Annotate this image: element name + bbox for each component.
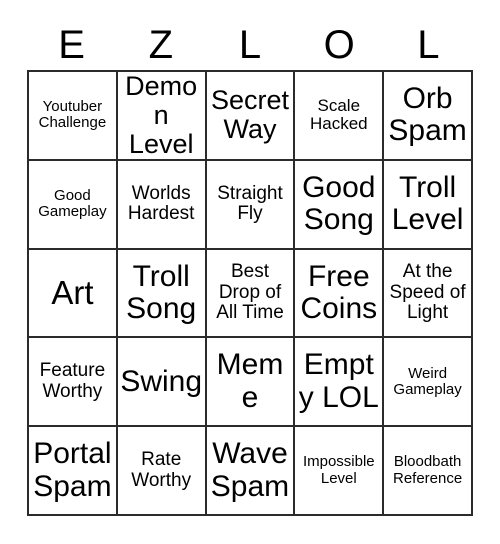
header-letter-5: L: [417, 23, 440, 67]
bingo-cell[interactable]: Straight Fly: [206, 160, 296, 250]
header-letter-1: E: [58, 23, 85, 67]
bingo-cell[interactable]: Worlds Hardest: [117, 160, 207, 250]
bingo-cell-label: Secret Way: [210, 85, 290, 145]
bingo-grid: Youtuber Challenge Demon Level Secret Wa…: [27, 70, 473, 516]
bingo-cell[interactable]: Feature Worthy: [29, 338, 118, 428]
bingo-cell[interactable]: Impossible Level: [295, 427, 385, 516]
bingo-cell-label: Troll Song: [126, 259, 197, 325]
bingo-cell[interactable]: Empty LOL: [295, 338, 385, 428]
bingo-cell-label: Scale Hacked: [309, 96, 368, 134]
bingo-cell-label: Orb Spam: [388, 82, 467, 148]
bingo-cell-label: Weird Gameplay: [393, 364, 462, 398]
bingo-cell[interactable]: Weird Gameplay: [384, 338, 473, 428]
bingo-cell[interactable]: Wave Spam: [206, 427, 296, 516]
bingo-cell-label: Straight Fly: [217, 182, 283, 225]
header-letter-3: L: [238, 23, 262, 67]
bingo-cell[interactable]: Best Drop of All Time: [206, 249, 296, 339]
bingo-card: E Z L O L Youtuber Challenge Demon Level…: [0, 0, 500, 544]
bingo-cell-label: Feature Worthy: [39, 360, 106, 402]
bingo-cell-label: Art: [51, 274, 94, 312]
bingo-cell[interactable]: Orb Spam: [384, 72, 473, 161]
bingo-cell-label: Good Gameplay: [38, 187, 107, 221]
bingo-cell[interactable]: Good Song: [295, 160, 385, 250]
bingo-cell-label: Demon Level: [125, 72, 198, 159]
bingo-cell-label: Best Drop of All Time: [216, 261, 284, 324]
bingo-cell-label: Impossible Level: [302, 453, 375, 487]
bingo-cell-label: Free Coins: [300, 259, 378, 325]
bingo-cell-label: Good Song: [302, 170, 376, 237]
header-letter-4: O: [323, 23, 355, 67]
bingo-cell[interactable]: Meme: [206, 338, 296, 428]
bingo-cell-label: Meme: [216, 348, 284, 414]
bingo-cell-label: Bloodbath Reference: [392, 453, 463, 487]
bingo-cell-label: Swing: [120, 364, 203, 398]
bingo-cell[interactable]: At the Speed of Light: [384, 249, 473, 339]
bingo-cell[interactable]: Rate Worthy: [117, 427, 207, 516]
bingo-cell-label: Troll Level: [391, 170, 464, 237]
bingo-cell-label: Worlds Hardest: [127, 182, 195, 225]
bingo-cell[interactable]: Free Coins: [295, 249, 385, 339]
bingo-cell[interactable]: Art: [29, 249, 118, 339]
bingo-cell[interactable]: Troll Level: [384, 160, 473, 250]
bingo-header: E Z L O L: [27, 20, 473, 70]
bingo-cell[interactable]: Good Gameplay: [29, 160, 118, 250]
bingo-cell[interactable]: Secret Way: [206, 72, 296, 161]
bingo-cell[interactable]: Swing: [117, 338, 207, 428]
bingo-cell[interactable]: Youtuber Challenge: [29, 72, 118, 161]
bingo-cell-label: Rate Worthy: [131, 449, 192, 491]
bingo-cell[interactable]: Demon Level: [117, 72, 207, 161]
bingo-cell[interactable]: Bloodbath Reference: [384, 427, 473, 516]
bingo-cell[interactable]: Portal Spam: [29, 427, 118, 516]
bingo-cell-label: Portal Spam: [33, 437, 112, 503]
bingo-cell-label: Wave Spam: [210, 437, 290, 503]
bingo-cell-label: Youtuber Challenge: [38, 98, 107, 132]
bingo-cell[interactable]: Scale Hacked: [295, 72, 385, 161]
bingo-cell-label: At the Speed of Light: [389, 261, 466, 324]
bingo-cell[interactable]: Troll Song: [117, 249, 207, 339]
bingo-cell-label: Empty LOL: [298, 348, 379, 414]
header-letter-2: Z: [148, 23, 174, 67]
